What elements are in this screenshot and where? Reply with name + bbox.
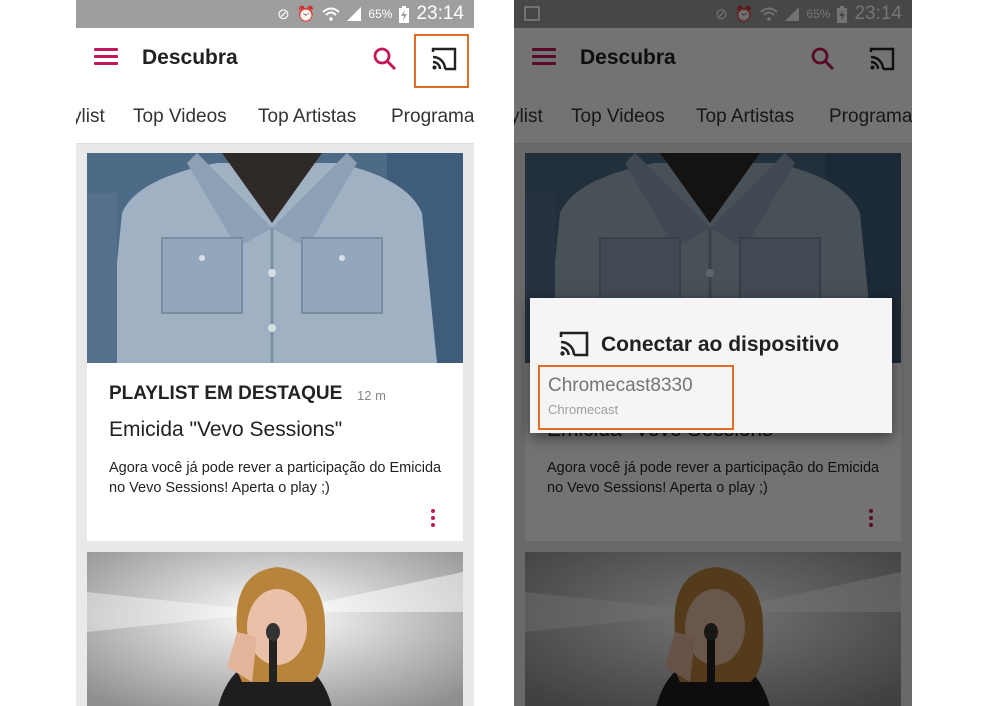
- featured-card[interactable]: PLAYLIST EM DESTAQUE 12 m Emicida "Vevo …: [87, 153, 463, 541]
- signal-icon: [347, 7, 362, 21]
- search-icon[interactable]: [371, 45, 399, 73]
- battery-percent: 65%: [368, 7, 393, 21]
- cast-icon: [559, 331, 589, 357]
- dialog-title: Conectar ao dispositivo: [601, 333, 840, 356]
- tab-top-artistas[interactable]: Top Artistas: [258, 106, 356, 128]
- tab-programas[interactable]: Programa: [391, 106, 474, 128]
- device-item-highlight: [538, 365, 734, 430]
- cast-button-highlight: [414, 34, 469, 88]
- card-description: Agora você já pode rever a participação …: [109, 460, 442, 496]
- clock: 23:14: [416, 3, 464, 24]
- phone-screen-before: ⊘ ⏰ 65% 23:14 Descubra ylist Top Videos …: [76, 0, 474, 706]
- card-kicker: PLAYLIST EM DESTAQUE: [109, 383, 343, 404]
- card-timestamp: 12 m: [357, 388, 386, 403]
- alarm-icon: ⏰: [296, 4, 316, 23]
- man-in-denim-shirt-photo: [87, 153, 463, 363]
- phone-screen-after: ⊘ ⏰ 65% 23:14 Descubra ylist Top Videos …: [514, 0, 912, 706]
- wifi-icon: [322, 7, 341, 21]
- status-bar: ⊘ ⏰ 65% 23:14: [76, 0, 474, 28]
- more-vertical-icon[interactable]: [429, 509, 437, 529]
- page-title: Descubra: [142, 46, 238, 69]
- tab-bar: ylist Top Videos Top Artistas Programa: [76, 90, 474, 144]
- card-title[interactable]: Emicida "Vevo Sessions": [109, 418, 342, 442]
- menu-icon[interactable]: [94, 48, 118, 70]
- battery-charging-icon: [399, 5, 410, 23]
- mute-vibrate-icon: ⊘: [277, 4, 290, 23]
- tab-top-videos[interactable]: Top Videos: [133, 106, 227, 128]
- tab-playlist[interactable]: ylist: [76, 106, 105, 128]
- singer-with-microphone-photo: [87, 552, 463, 706]
- status-icons: ⊘ ⏰ 65% 23:14: [277, 3, 464, 25]
- featured-card-body: PLAYLIST EM DESTAQUE 12 m Emicida "Vevo …: [87, 363, 463, 541]
- next-card[interactable]: [87, 552, 463, 706]
